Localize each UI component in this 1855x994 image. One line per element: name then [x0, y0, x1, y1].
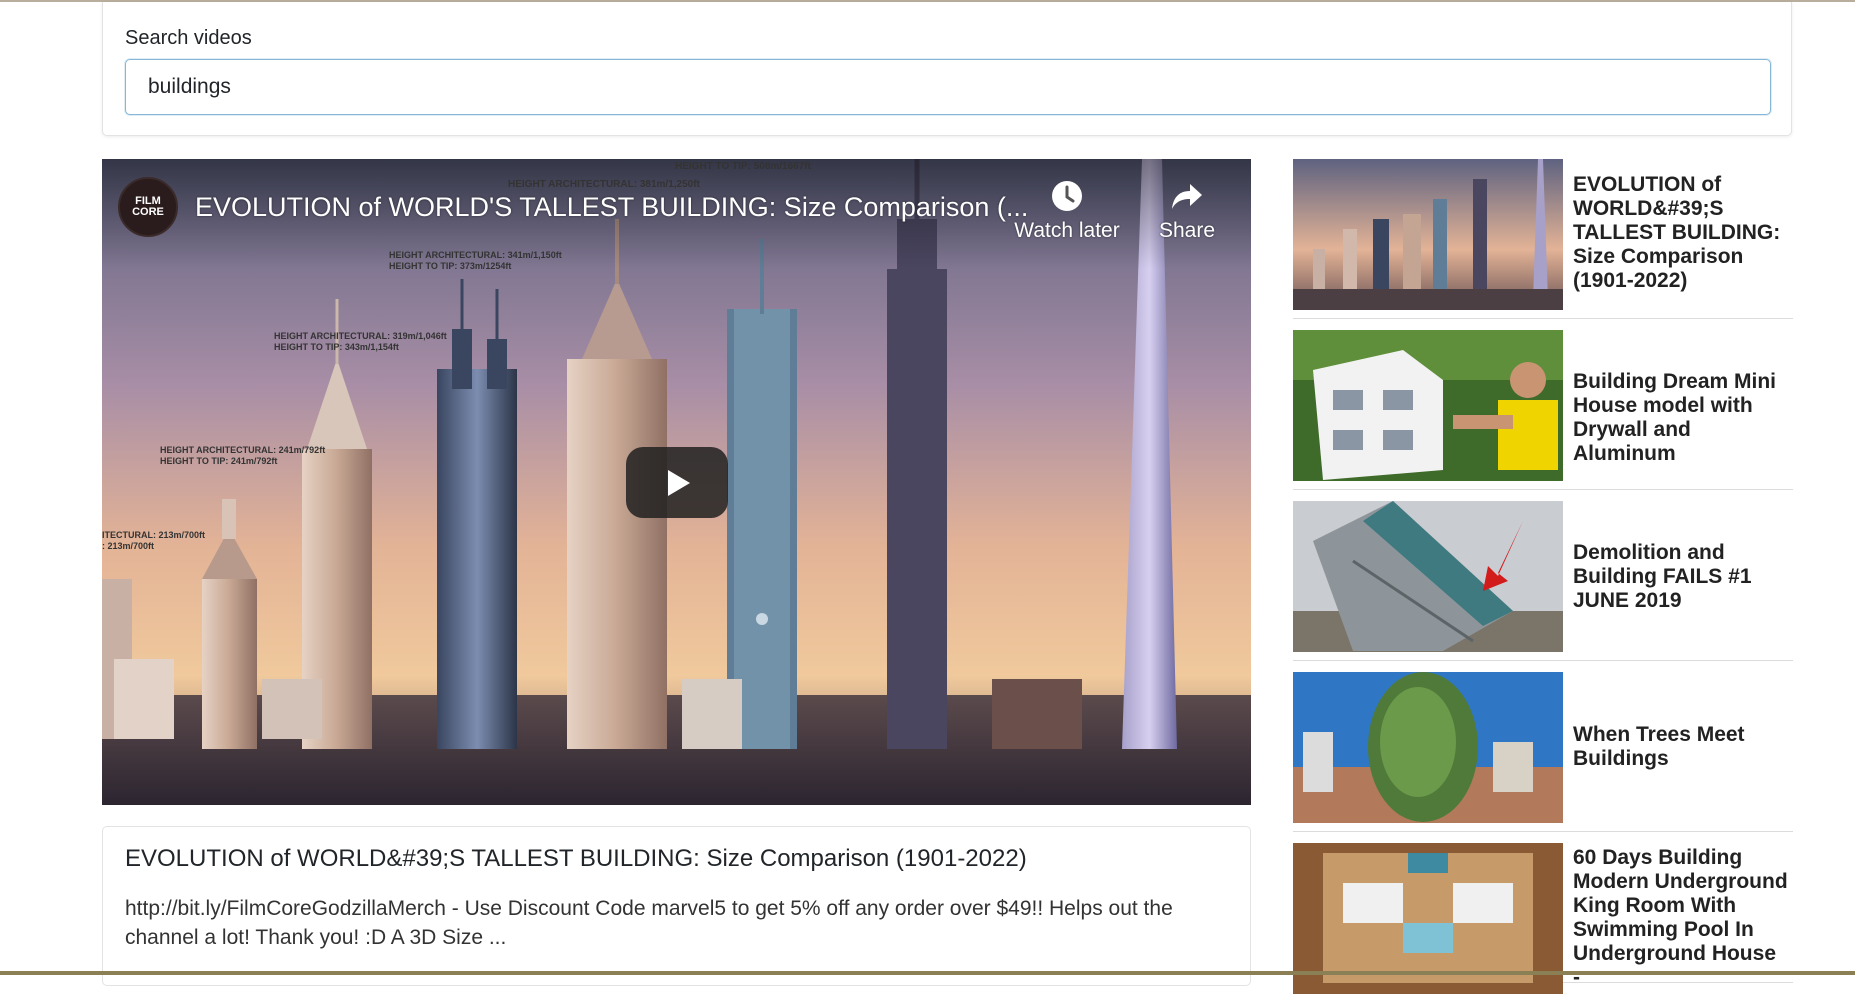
overlay-label: ITECTURAL: 213m/700ft [102, 530, 206, 540]
share-button[interactable]: Share [1142, 179, 1232, 243]
overlay-label: HEIGHT ARCHITECTURAL: 381m/1,250ft [508, 179, 700, 190]
video-list-title[interactable]: EVOLUTION of WORLD&#39;S TALLEST BUILDIN… [1573, 173, 1788, 293]
bottom-strip [0, 971, 1855, 975]
share-icon [1172, 184, 1202, 209]
video-player[interactable]: HEIGHT TO TIP: 508m/1667ft HEIGHT ARCHIT… [102, 159, 1251, 805]
video-description: http://bit.ly/FilmCoreGodzillaMerch - Us… [125, 897, 1173, 949]
play-icon [668, 469, 690, 496]
overlay-label: HEIGHT ARCHITECTURAL: 241m/792ft [160, 445, 326, 455]
overlay-label: HEIGHT TO TIP: 343m/1,154ft [274, 342, 399, 352]
video-list-item[interactable]: 60 Days Building Modern Underground King… [1293, 843, 1793, 994]
video-title: EVOLUTION of WORLD&#39;S TALLEST BUILDIN… [125, 845, 1027, 872]
overlay-label: : 213m/700ft [102, 541, 155, 551]
video-thumbnail[interactable] [1293, 159, 1563, 310]
overlay-label: HEIGHT ARCHITECTURAL: 341m/1,150ft [389, 250, 562, 260]
overlay-label: HEIGHT TO TIP: 508m/1667ft [675, 161, 811, 172]
play-button[interactable] [626, 447, 728, 518]
video-list-title[interactable]: When Trees Meet Buildings [1573, 723, 1788, 771]
video-list-title[interactable]: Demolition and Building FAILS #1 JUNE 20… [1573, 541, 1788, 613]
overlay-label: HEIGHT TO TIP: 373m/1254ft [389, 261, 512, 271]
channel-logo[interactable]: FILM CORE [118, 177, 178, 237]
video-list-item[interactable]: Demolition and Building FAILS #1 JUNE 20… [1293, 501, 1793, 661]
share-label: Share [1158, 219, 1216, 242]
video-list-title[interactable]: Building Dream Mini House model with Dry… [1573, 370, 1788, 466]
video-list-item[interactable]: Building Dream Mini House model with Dry… [1293, 330, 1793, 490]
video-description-card: EVOLUTION of WORLD&#39;S TALLEST BUILDIN… [102, 826, 1251, 986]
search-label: Search videos [125, 27, 252, 49]
watch-later-label: Watch later [1014, 219, 1120, 242]
video-thumbnail[interactable] [1293, 672, 1563, 823]
search-card: Search videos [102, 2, 1792, 136]
video-thumbnail[interactable] [1293, 330, 1563, 481]
search-input[interactable] [125, 59, 1771, 115]
video-list-item[interactable]: When Trees Meet Buildings [1293, 672, 1793, 832]
overlay-label: HEIGHT TO TIP: 241m/792ft [160, 456, 278, 466]
player-title[interactable]: EVOLUTION of WORLD'S TALLEST BUILDING: S… [195, 192, 1028, 223]
clock-icon [1052, 181, 1082, 211]
video-list-title[interactable]: 60 Days Building Modern Underground King… [1573, 846, 1788, 990]
watch-later-button[interactable]: Watch later [1007, 179, 1127, 243]
video-thumbnail[interactable] [1293, 501, 1563, 652]
video-list-item[interactable]: EVOLUTION of WORLD&#39;S TALLEST BUILDIN… [1293, 159, 1793, 319]
overlay-label: HEIGHT ARCHITECTURAL: 319m/1,046ft [274, 331, 447, 341]
